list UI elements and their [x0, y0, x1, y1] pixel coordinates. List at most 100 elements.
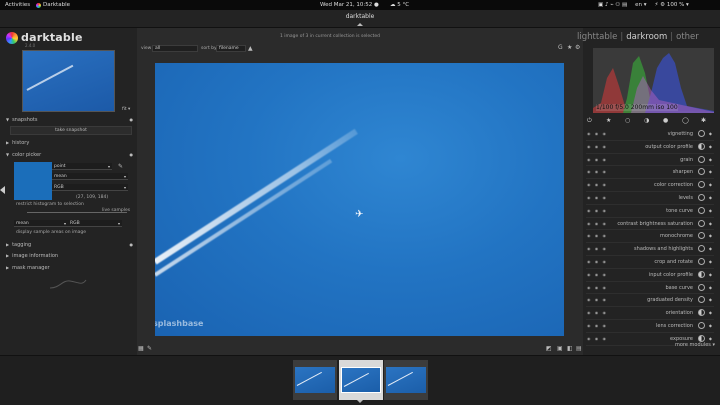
language-indicator[interactable]: en ▾ [635, 2, 646, 8]
module-row[interactable]: ◉ ◉ ◉ input color profile ◆ [586, 269, 714, 282]
module-expand-icon[interactable]: ◆ [709, 144, 712, 149]
module-tools-icon[interactable]: ◉ ◉ ◉ [587, 246, 608, 251]
module-tools-icon[interactable]: ◉ ◉ ◉ [587, 208, 608, 213]
quick-access-icon[interactable]: ▦ [138, 345, 144, 352]
module-enable-icon[interactable] [698, 296, 705, 304]
module-enable-icon[interactable] [698, 270, 705, 278]
power-menu[interactable]: ⚡ ⚙ 100 % ▾ [655, 2, 689, 8]
zoom-selector[interactable]: fit ▾ [122, 107, 130, 112]
grouping-icon[interactable]: G [558, 44, 563, 51]
module-expand-icon[interactable]: ◆ [709, 195, 712, 200]
section-history[interactable]: ▶ history [6, 138, 133, 147]
module-tools-icon[interactable]: ◉ ◉ ◉ [587, 195, 608, 200]
weather-indicator[interactable]: ☁ 5 °C [390, 2, 409, 8]
styles-icon[interactable]: ✎ [147, 345, 152, 352]
filmstrip-thumb[interactable] [384, 360, 428, 400]
picker-mode-select[interactable]: point ▾ [52, 163, 112, 170]
module-enable-icon[interactable] [698, 257, 705, 265]
module-row[interactable]: ◉ ◉ ◉ crop and rotate ◆ [586, 256, 714, 269]
view-darkroom[interactable]: darkroom [626, 32, 667, 42]
section-image-information[interactable]: ▶ image information [6, 251, 133, 260]
module-tools-icon[interactable]: ◉ ◉ ◉ [587, 272, 608, 277]
activities-button[interactable]: Activities [5, 2, 30, 8]
section-snapshots[interactable]: ▼ snapshots ● [6, 115, 133, 124]
module-tools-icon[interactable]: ◉ ◉ ◉ [587, 233, 608, 238]
module-expand-icon[interactable]: ◆ [709, 297, 712, 302]
module-enable-icon[interactable] [698, 206, 705, 214]
module-enable-icon[interactable] [698, 219, 705, 227]
module-expand-icon[interactable]: ◆ [709, 310, 712, 315]
picker-stat-select[interactable]: mean ▾ [52, 173, 128, 180]
section-color-picker[interactable]: ▼ color picker ● [6, 150, 133, 159]
module-enable-icon[interactable] [698, 321, 705, 329]
view-select[interactable]: all [152, 45, 198, 52]
module-row[interactable]: ◉ ◉ ◉ tone curve ◆ [586, 205, 714, 218]
module-tools-icon[interactable]: ◉ ◉ ◉ [587, 182, 608, 187]
reset-icon[interactable]: ● [130, 117, 134, 122]
filmstrip-collapse-icon[interactable] [357, 400, 363, 403]
navigation-preview[interactable] [22, 50, 115, 112]
module-tools-icon[interactable]: ◉ ◉ ◉ [587, 285, 608, 290]
eyedropper-icon[interactable]: ✎ [118, 163, 123, 170]
module-enable-icon[interactable] [698, 232, 705, 240]
module-expand-icon[interactable]: ◆ [709, 233, 712, 238]
module-expand-icon[interactable]: ◆ [709, 131, 712, 136]
module-enable-icon[interactable] [698, 309, 705, 317]
module-row[interactable]: ◉ ◉ ◉ sharpen ◆ [586, 166, 714, 179]
module-enable-icon[interactable] [698, 168, 705, 176]
module-row[interactable]: ◉ ◉ ◉ contrast brightness saturation ◆ [586, 218, 714, 231]
sort-order-icon[interactable]: ▲ [248, 45, 253, 52]
effect-icon[interactable]: ✱ [701, 117, 706, 124]
module-row[interactable]: ◉ ◉ ◉ levels ◆ [586, 192, 714, 205]
main-image[interactable]: ✈ splashbase [155, 63, 564, 336]
module-row[interactable]: ◉ ◉ ◉ shadows and highlights ◆ [586, 243, 714, 256]
gamut-check-icon[interactable]: ◧ [567, 345, 573, 352]
tray-icons[interactable]: ▣ ♪ ⌁ ⚇ ▤ [598, 2, 627, 8]
ring-icon[interactable]: ◯ [682, 117, 689, 124]
top-panel-collapse-icon[interactable] [357, 23, 363, 26]
section-tagging[interactable]: ▶ tagging ● [6, 240, 133, 249]
module-row[interactable]: ◉ ◉ ◉ output color profile ◆ [586, 141, 714, 154]
module-expand-icon[interactable]: ◆ [709, 272, 712, 277]
module-enable-icon[interactable] [698, 283, 705, 291]
sample-stat-select[interactable]: mean ▾ [14, 220, 68, 227]
clock[interactable]: Wed Mar 21, 10:52 ● [320, 2, 379, 8]
reset-icon[interactable]: ● [130, 152, 134, 157]
section-mask-manager[interactable]: ▶ mask manager [6, 263, 133, 272]
module-tools-icon[interactable]: ◉ ◉ ◉ [587, 131, 608, 136]
sample-model-select[interactable]: RGB ▾ [68, 220, 122, 227]
app-menu[interactable]: Darktable [36, 2, 70, 8]
module-enable-icon[interactable] [698, 193, 705, 201]
softproof-icon[interactable]: ▣ [557, 345, 563, 352]
module-expand-icon[interactable]: ◆ [709, 169, 712, 174]
view-other[interactable]: other [676, 32, 699, 42]
module-expand-icon[interactable]: ◆ [709, 285, 712, 290]
module-row[interactable]: ◉ ◉ ◉ base curve ◆ [586, 282, 714, 295]
star-icon[interactable]: ★ [567, 44, 572, 51]
half-circle-icon[interactable]: ◑ [644, 117, 649, 124]
module-expand-icon[interactable]: ◆ [709, 221, 712, 226]
module-row[interactable]: ◉ ◉ ◉ color correction ◆ [586, 179, 714, 192]
module-tools-icon[interactable]: ◉ ◉ ◉ [587, 323, 608, 328]
module-enable-icon[interactable] [698, 155, 705, 163]
take-snapshot-button[interactable]: take snapshot [10, 126, 132, 135]
module-row[interactable]: ◉ ◉ ◉ orientation ◆ [586, 307, 714, 320]
module-expand-icon[interactable]: ◆ [709, 157, 712, 162]
display-samples-toggle[interactable]: display sample areas on image [16, 230, 86, 235]
module-enable-icon[interactable] [698, 245, 705, 253]
module-tools-icon[interactable]: ◉ ◉ ◉ [587, 157, 608, 162]
module-row[interactable]: ◉ ◉ ◉ graduated density ◆ [586, 294, 714, 307]
module-tools-icon[interactable]: ◉ ◉ ◉ [587, 259, 608, 264]
module-expand-icon[interactable]: ◆ [709, 208, 712, 213]
module-enable-icon[interactable] [698, 334, 705, 342]
module-row[interactable]: ◉ ◉ ◉ vignetting ◆ [586, 128, 714, 141]
power-icon[interactable]: ⏻ [587, 117, 592, 125]
gear-icon[interactable]: ⚙ [575, 44, 580, 51]
module-expand-icon[interactable]: ◆ [709, 336, 712, 341]
module-expand-icon[interactable]: ◆ [709, 323, 712, 328]
circle-icon[interactable]: ○ [625, 117, 630, 124]
module-enable-icon[interactable] [698, 181, 705, 189]
module-tools-icon[interactable]: ◉ ◉ ◉ [587, 336, 608, 341]
module-expand-icon[interactable]: ◆ [709, 246, 712, 251]
star-icon[interactable]: ★ [606, 117, 611, 124]
